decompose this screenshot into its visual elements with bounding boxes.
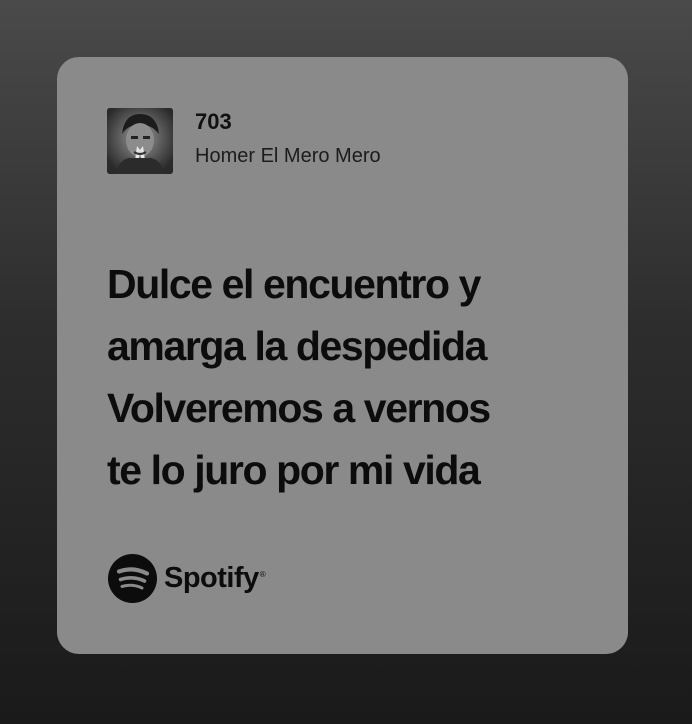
spotify-logo-icon <box>108 554 157 603</box>
spotify-wordmark: Spotify <box>164 562 259 594</box>
lyric-line: te lo juro por mi vida <box>107 447 481 493</box>
registered-mark: ® <box>259 570 266 579</box>
lyrics-share-card: 703 Homer El Mero Mero Dulce el encuentr… <box>57 57 628 654</box>
lyrics-block: Dulce el encuentro y amarga la despedida… <box>107 253 607 501</box>
track-title: 703 <box>195 109 232 134</box>
track-artist: Homer El Mero Mero <box>195 145 381 167</box>
album-cover-art <box>107 108 173 174</box>
lyric-line: Volveremos a vernos <box>107 385 491 431</box>
lyric-line: amarga la despedida <box>107 323 487 369</box>
lyric-line: Dulce el encuentro y <box>107 261 481 307</box>
track-info: 703 Homer El Mero Mero <box>195 109 381 167</box>
album-cover-image <box>107 108 173 174</box>
track-header: 703 Homer El Mero Mero <box>107 108 381 174</box>
spotify-brand: Spotify ® <box>108 554 266 603</box>
